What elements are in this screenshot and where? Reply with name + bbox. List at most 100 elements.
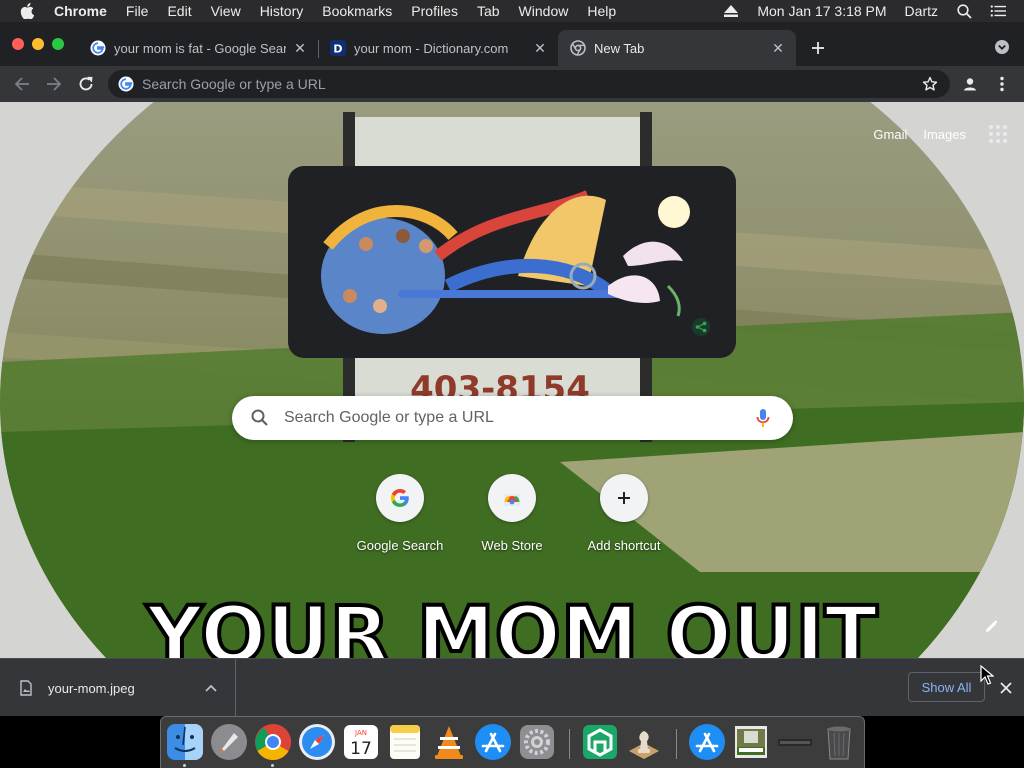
finder-icon[interactable] <box>166 723 204 761</box>
google-apps-grid-icon[interactable] <box>988 124 1008 144</box>
meme-caption: YOUR MOM QUIT <box>145 591 877 658</box>
menu-app-chrome[interactable]: Chrome <box>54 3 107 19</box>
image-stack-icon[interactable] <box>732 723 770 761</box>
running-indicator <box>271 764 274 767</box>
downloads-stack-icon[interactable] <box>688 723 726 761</box>
back-button[interactable] <box>10 72 34 96</box>
google-doodle[interactable] <box>288 166 736 358</box>
profile-button[interactable] <box>958 72 982 96</box>
menu-tab[interactable]: Tab <box>477 3 500 19</box>
web-store-icon <box>488 474 536 522</box>
control-center-icon[interactable] <box>990 3 1006 19</box>
show-all-downloads-button[interactable]: Show All <box>908 672 985 702</box>
google-g-icon <box>118 76 134 92</box>
tab-title: New Tab <box>594 40 645 56</box>
tab-title: your mom - Dictionary.com <box>354 40 509 56</box>
menu-window[interactable]: Window <box>519 3 569 19</box>
shortcut-google-search[interactable]: Google Search <box>344 474 456 554</box>
plus-icon <box>812 42 824 54</box>
window-minimize-button[interactable] <box>32 38 44 50</box>
tab-google-search[interactable]: your mom is fat - Google Search ✕ <box>78 30 318 66</box>
download-shelf: your-mom.jpeg Show All <box>0 658 1024 717</box>
download-filename: your-mom.jpeg <box>48 680 135 696</box>
reload-button[interactable] <box>74 72 98 96</box>
safari-icon[interactable] <box>298 723 336 761</box>
trash-icon[interactable] <box>820 723 858 761</box>
back-arrow-icon <box>14 77 29 91</box>
screenshot-stack-icon[interactable] <box>776 723 814 761</box>
menu-help[interactable]: Help <box>587 3 616 19</box>
close-download-shelf-icon[interactable] <box>996 678 1016 698</box>
menu-history[interactable]: History <box>260 3 304 19</box>
tab-search-button[interactable] <box>991 36 1013 58</box>
download-item[interactable]: your-mom.jpeg <box>0 659 236 717</box>
forward-button[interactable] <box>42 72 66 96</box>
apple-menu-icon[interactable] <box>20 3 36 19</box>
search-icon <box>250 408 270 428</box>
bookmark-star-icon[interactable] <box>920 74 940 94</box>
chrome-menu-button[interactable] <box>990 72 1014 96</box>
macos-dock: JAN 17 <box>160 716 865 768</box>
ntp-search-box[interactable] <box>232 396 793 440</box>
running-indicator <box>183 764 186 767</box>
forward-arrow-icon <box>47 77 62 91</box>
ntp-top-links: Gmail Images <box>873 124 1024 144</box>
sketchup-icon[interactable] <box>581 723 619 761</box>
google-g-icon <box>90 40 106 56</box>
vlc-icon[interactable] <box>430 723 468 761</box>
gmail-link[interactable]: Gmail <box>873 127 907 142</box>
calendar-icon[interactable]: JAN 17 <box>342 723 380 761</box>
menu-profiles[interactable]: Profiles <box>411 3 458 19</box>
profile-avatar-icon <box>961 75 979 93</box>
launchpad-icon[interactable] <box>210 723 248 761</box>
images-link[interactable]: Images <box>923 127 966 142</box>
voice-search-mic-icon[interactable] <box>751 406 775 430</box>
google-g-icon <box>376 474 424 522</box>
browser-toolbar <box>0 66 1024 102</box>
tab-close-icon[interactable]: ✕ <box>292 40 308 56</box>
new-tab-page: 403-8154 YOUR MOM QUIT Gmail Images Sear… <box>0 102 1024 658</box>
shortcut-web-store[interactable]: Web Store <box>456 474 568 554</box>
shortcut-label: Google Search <box>356 538 444 553</box>
shortcut-label: Add shortcut <box>587 538 661 553</box>
menu-bookmarks[interactable]: Bookmarks <box>322 3 392 19</box>
notes-icon[interactable] <box>386 723 424 761</box>
three-dot-menu-icon <box>1000 76 1004 92</box>
tab-close-icon[interactable]: ✕ <box>532 40 548 56</box>
tab-new-tab[interactable]: New Tab ✕ <box>558 30 796 66</box>
tab-title: your mom is fat - Google Search <box>114 40 286 56</box>
menu-edit[interactable]: Edit <box>167 3 191 19</box>
window-close-button[interactable] <box>12 38 24 50</box>
window-zoom-button[interactable] <box>52 38 64 50</box>
menu-file[interactable]: File <box>126 3 149 19</box>
chess-icon[interactable] <box>625 723 663 761</box>
chevron-up-icon[interactable] <box>203 680 219 696</box>
system-preferences-icon[interactable] <box>518 723 556 761</box>
app-store-icon[interactable] <box>474 723 512 761</box>
plus-icon <box>600 474 648 522</box>
menu-view[interactable]: View <box>211 3 241 19</box>
tab-strip: your mom is fat - Google Search ✕ D your… <box>0 22 1024 66</box>
mouse-cursor-icon <box>980 665 994 685</box>
google-chrome-icon[interactable] <box>254 723 292 761</box>
eject-icon[interactable] <box>723 3 739 19</box>
tab-dictionary[interactable]: D your mom - Dictionary.com ✕ <box>318 30 558 66</box>
customize-pencil-icon[interactable] <box>980 616 1002 638</box>
menubar-user[interactable]: Dartz <box>905 3 938 19</box>
shortcut-add[interactable]: Add shortcut <box>568 474 680 554</box>
dock-separator <box>676 729 677 759</box>
tab-close-icon[interactable]: ✕ <box>770 40 786 56</box>
chevron-down-icon <box>995 40 1009 54</box>
svg-text:D: D <box>333 43 342 56</box>
menubar-clock[interactable]: Mon Jan 17 3:18 PM <box>757 3 886 19</box>
ntp-search-input[interactable] <box>284 409 751 427</box>
share-icon[interactable] <box>692 318 710 336</box>
menubar-status-area: Mon Jan 17 3:18 PM Dartz <box>723 0 1024 22</box>
svg-text:JAN: JAN <box>354 729 367 737</box>
dictionary-icon: D <box>330 40 346 56</box>
spotlight-search-icon[interactable] <box>956 3 972 19</box>
omnibox-input[interactable] <box>142 76 920 92</box>
dock-area: JAN 17 <box>0 716 1024 768</box>
new-tab-button[interactable] <box>806 36 830 60</box>
address-bar[interactable] <box>108 70 950 98</box>
